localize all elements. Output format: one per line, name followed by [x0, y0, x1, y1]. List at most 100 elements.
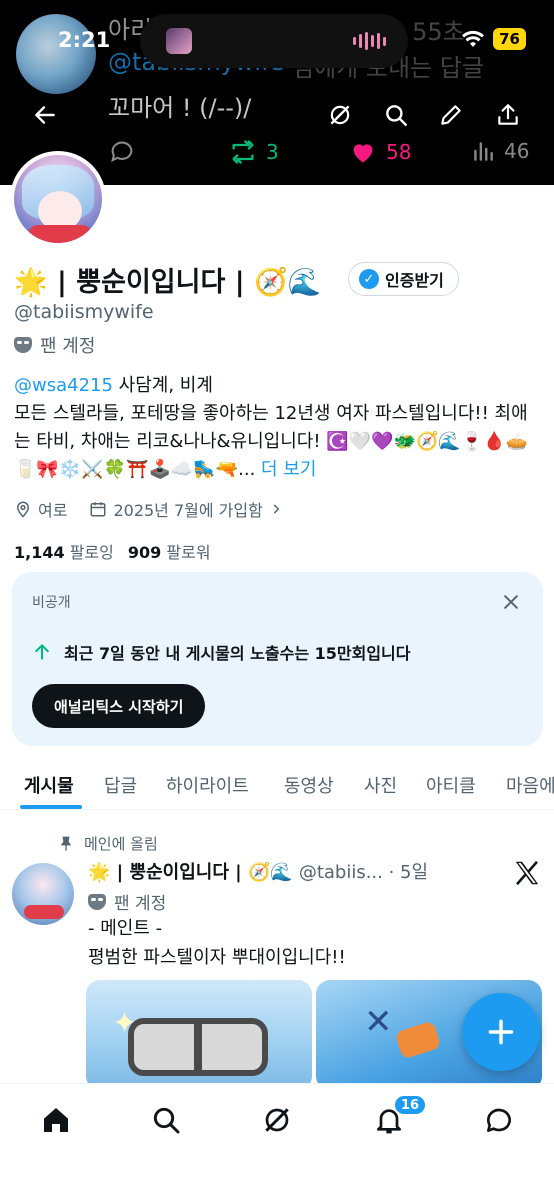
reply-text: 꼬마어 ! (/--)/: [108, 94, 252, 122]
pin-icon: [60, 836, 72, 851]
join-date[interactable]: 2025년 7월에 가입함: [89, 497, 282, 521]
chevron-right-icon: [273, 504, 280, 514]
followers-label: 팔로워: [166, 543, 211, 562]
get-verified-label: 인증받기: [385, 271, 444, 290]
private-label: 비공개: [32, 595, 71, 611]
close-icon: [504, 595, 518, 609]
search-button[interactable]: [379, 98, 413, 132]
location: 여로: [14, 497, 67, 521]
verified-badge-icon: ✓: [359, 269, 379, 289]
bio-mention-link[interactable]: @wsa4215: [14, 375, 113, 396]
reply-author-avatar: [16, 14, 96, 94]
grok-button[interactable]: [323, 98, 357, 132]
theater-mask-icon: [14, 337, 32, 353]
battery-indicator: 76: [493, 28, 526, 50]
impressions-text: 최근 7일 동안 내 게시물의 노출수는 15만회입니다: [64, 644, 411, 663]
account-type: 팬 계정: [14, 332, 95, 358]
nav-home[interactable]: [36, 1100, 76, 1140]
tab-videos[interactable]: 동영상: [284, 772, 334, 798]
nav-grok[interactable]: [257, 1100, 297, 1140]
tab-articles[interactable]: 아티클: [426, 772, 476, 798]
post-header: 🌟 | 뿡순이입니다 | 🧭🌊 @tabiis... · 5일: [88, 858, 428, 884]
post-text-line1: - 메인트 -: [88, 918, 163, 939]
hairclip-x-illustration: ✕: [364, 1002, 393, 1042]
tab-highlights[interactable]: 하이라이트: [166, 772, 249, 798]
x-logo-icon: [512, 858, 542, 888]
profile-meta: 여로 2025년 7월에 가입함: [14, 497, 283, 521]
join-date-label: 2025년 7월에 가입함: [113, 501, 263, 520]
status-indicators: 76: [461, 28, 526, 50]
account-type-label: 팬 계정: [40, 336, 96, 357]
comment-icon: [111, 141, 133, 163]
retweet-icon: [232, 140, 254, 164]
impressions-message: 최근 7일 동안 내 게시물의 노출수는 15만회입니다: [32, 640, 411, 664]
analytics-card: 비공개 최근 7일 동안 내 게시물의 노출수는 15만회입니다 애널리틱스 시…: [12, 572, 543, 746]
get-verified-button[interactable]: ✓ 인증받기: [348, 262, 459, 296]
views-action: 46: [470, 138, 529, 164]
dynamic-island: [140, 14, 408, 68]
share-icon: [498, 104, 518, 125]
profile-tabs: 게시물 답글 하이라이트 동영상 사진 아티클 마음에 들어요: [0, 760, 554, 810]
pinned-label: 메인에 올림: [84, 835, 158, 853]
plus-icon: [488, 1019, 514, 1045]
tab-photos[interactable]: 사진: [364, 772, 397, 798]
theater-mask-icon: [88, 893, 106, 910]
views-count: 46: [504, 139, 530, 163]
goggles-illustration: [128, 1018, 268, 1076]
post-account-type: 팬 계정: [88, 889, 166, 914]
tab-replies[interactable]: 답글: [104, 772, 137, 798]
notifications-badge: 16: [393, 1094, 428, 1116]
bottom-navigation: 16: [0, 1083, 554, 1200]
share-button[interactable]: [491, 98, 525, 132]
arrow-up-icon: [35, 644, 49, 660]
like-count: 58: [386, 140, 412, 164]
bio-line1: 사담계, 비계: [112, 375, 213, 396]
search-icon: [153, 1107, 180, 1134]
follow-stats: 1,144 팔로잉 909 팔로워: [14, 539, 211, 563]
close-card-button[interactable]: [497, 588, 525, 616]
post-author-name[interactable]: 🌟 | 뿡순이입니다 | 🧭🌊: [88, 858, 293, 884]
following-link[interactable]: 1,144 팔로잉: [14, 539, 114, 563]
like-action: 58: [348, 138, 411, 166]
start-analytics-button[interactable]: 애널리틱스 시작하기: [32, 684, 206, 728]
calendar-icon: [90, 502, 106, 517]
followers-link[interactable]: 909 팔로워: [128, 539, 211, 563]
location-pin-icon: [16, 501, 30, 518]
compose-post-button[interactable]: [462, 993, 540, 1071]
pencil-icon: [441, 105, 461, 125]
grok-icon: [265, 1108, 289, 1132]
profile-bio: @wsa4215 사담계, 비계 모든 스텔라들, 포테땅을 좋아하는 12년생…: [14, 372, 544, 484]
profile-avatar[interactable]: [10, 151, 106, 247]
home-icon: [44, 1108, 68, 1132]
status-time: 2:21: [58, 28, 111, 52]
profile-handle: @tabiismywife: [14, 301, 154, 323]
hairclip-illustration: [394, 1020, 442, 1060]
profile-display-name: 🌟 | 뿡순이입니다 | 🧭🌊: [14, 267, 322, 298]
edit-button[interactable]: [434, 98, 468, 132]
active-tab-indicator: [20, 805, 82, 809]
avatar-scarf: [28, 225, 92, 243]
post-media-image-1[interactable]: ✦: [86, 980, 312, 1090]
retweet-count: 3: [266, 140, 279, 164]
reply-action: [108, 138, 136, 166]
nav-messages[interactable]: [479, 1100, 519, 1140]
wifi-icon: [462, 30, 485, 47]
now-playing-art: [166, 28, 192, 54]
post-text-line2: 평범한 파스텔이자 뿌대이입니다!!: [88, 947, 346, 968]
grok-icon: [330, 105, 350, 125]
views-bar-icon: [474, 142, 493, 161]
arrow-left-icon: [35, 106, 55, 124]
audio-wave-icon: [353, 32, 386, 50]
location-label: 여로: [38, 501, 68, 520]
tab-posts[interactable]: 게시물: [24, 772, 74, 798]
nav-search[interactable]: [146, 1100, 186, 1140]
heart-icon: [353, 144, 373, 163]
retweet-action: 3: [228, 138, 279, 166]
tab-likes[interactable]: 마음에 들어요: [506, 772, 554, 798]
post-author-avatar[interactable]: [12, 863, 74, 925]
following-count: 1,144: [14, 543, 65, 562]
post-meta: @tabiis... · 5일: [298, 862, 429, 883]
post-account-type-label: 팬 계정: [114, 894, 167, 914]
back-button[interactable]: [28, 98, 62, 132]
bio-more-link[interactable]: 더 보기: [255, 459, 316, 480]
